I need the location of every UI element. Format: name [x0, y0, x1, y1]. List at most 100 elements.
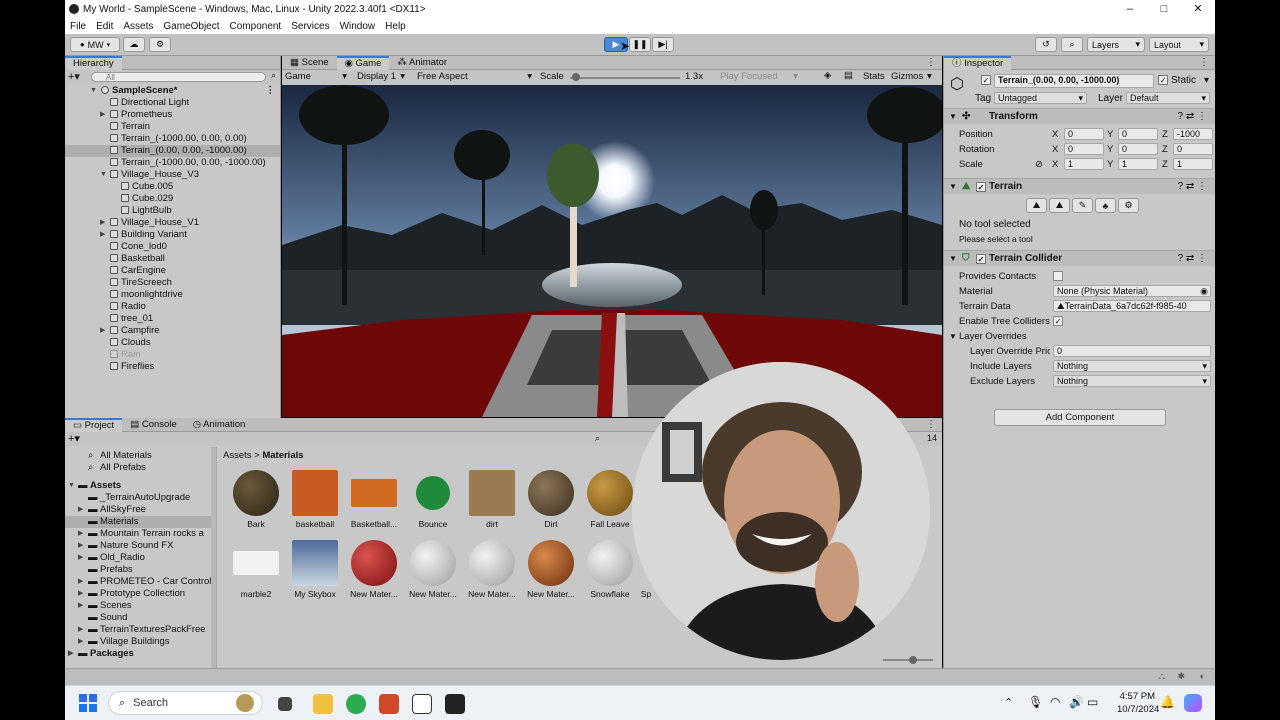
asset-tile[interactable]: My Skybox	[287, 540, 343, 599]
battery-icon[interactable]: ▭	[1087, 695, 1098, 709]
layout-dropdown[interactable]: Layout ▾	[1149, 37, 1209, 52]
windows-start-icon[interactable]	[79, 694, 97, 712]
raise-terrain-icon[interactable]: ⛰	[1026, 198, 1047, 213]
tab-animation[interactable]: ◷ Animation	[185, 418, 254, 432]
breadcrumb-assets[interactable]: Assets	[223, 450, 252, 461]
menu-gameobject[interactable]: GameObject	[158, 21, 224, 32]
scale-slider[interactable]	[570, 73, 680, 81]
layer-dropdown[interactable]: Default ▾	[1126, 92, 1210, 104]
paint-height-icon[interactable]: ⛰	[1049, 198, 1070, 213]
cloud-button[interactable]: ☁	[123, 37, 145, 52]
copilot-icon[interactable]	[1184, 694, 1202, 712]
object-name-field[interactable]: Terrain_(0.00, 0.00, -1000.00)	[994, 74, 1154, 88]
layers-dropdown[interactable]: Layers ▾	[1087, 37, 1145, 52]
exclude-layers-dropdown[interactable]: Nothing ▾	[1053, 375, 1211, 387]
rotation-y-field[interactable]: 0	[1118, 143, 1158, 155]
bug-icon[interactable]: ✱	[1177, 671, 1185, 682]
microphone-icon[interactable]: 🎙	[1028, 695, 1043, 709]
tab-console[interactable]: ▤ Console	[122, 418, 184, 432]
game-view[interactable]	[282, 85, 942, 417]
list-item[interactable]: Cube.005	[65, 181, 280, 193]
more-icon[interactable]: ⋮	[1199, 57, 1209, 68]
tree-scrollbar[interactable]	[211, 447, 216, 668]
active-checkbox[interactable]: ✓	[981, 75, 991, 85]
history-button[interactable]: ↺	[1035, 37, 1057, 52]
list-item-disabled[interactable]: Rain	[65, 349, 280, 361]
chevron-up-icon[interactable]: ⌃	[1004, 696, 1013, 709]
component-menu-icon[interactable]: ? ⇄ ⋮	[1178, 179, 1208, 195]
search-icon[interactable]: ⌕	[271, 70, 276, 81]
volume-icon[interactable]: 🔊	[1069, 695, 1084, 709]
unity-hub-icon[interactable]	[412, 694, 432, 714]
folder-item[interactable]: ▬ Prefabs	[65, 564, 216, 576]
collab-button[interactable]: ⚙	[149, 37, 171, 52]
folder-item[interactable]: ▶ ▬ Mountain Terrain rocks a	[65, 528, 216, 540]
folder-item[interactable]: ▶ ▬ Nature Sound FX	[65, 540, 216, 552]
list-item[interactable]: Cube.029	[65, 193, 280, 205]
terrain-data-field[interactable]: ⛰TerrainData_6a7dc62f-f985-40	[1053, 300, 1211, 312]
aspect-dropdown[interactable]: Free Aspect ▾	[417, 71, 532, 82]
include-layers-dropdown[interactable]: Nothing ▾	[1053, 360, 1211, 372]
folder-item[interactable]: ▶ ▬ AllSkyFree	[65, 504, 216, 516]
menu-window[interactable]: Window	[335, 21, 381, 32]
list-item[interactable]: LightBulb	[65, 205, 280, 217]
tag-dropdown[interactable]: Untagged ▾	[994, 92, 1087, 104]
list-item[interactable]: Basketball	[65, 253, 280, 265]
asset-tile[interactable]: Bark	[228, 470, 284, 529]
asset-tile[interactable]: marble2	[228, 540, 284, 599]
tab-hierarchy[interactable]: Hierarchy	[65, 55, 122, 70]
component-menu-icon[interactable]: ? ⇄ ⋮	[1178, 251, 1208, 267]
scale-y-field[interactable]: 1	[1118, 158, 1158, 170]
search-button[interactable]: ⌕	[1061, 37, 1083, 52]
constrain-proportions-icon[interactable]: ⊘	[1035, 157, 1043, 172]
more-icon[interactable]: ⋮	[266, 85, 276, 97]
asset-tile[interactable]: dirt	[464, 470, 520, 529]
create-icon[interactable]: +▾	[68, 432, 80, 445]
close-icon[interactable]: ✕	[1181, 0, 1215, 18]
more-icon[interactable]: ⋮	[926, 419, 936, 430]
step-button[interactable]: ▶|	[652, 37, 674, 52]
scene-root[interactable]: ▼ SampleScene* ⋮	[65, 85, 280, 97]
menu-edit[interactable]: Edit	[91, 21, 118, 32]
list-item[interactable]: ▶ Campfire	[65, 325, 280, 337]
list-item[interactable]: tree_01	[65, 313, 280, 325]
thumbnail-size-slider[interactable]	[883, 656, 933, 664]
minimize-icon[interactable]: –	[1113, 0, 1147, 18]
menu-file[interactable]: File	[65, 21, 91, 32]
list-item[interactable]: ▼ Village_House_V3	[65, 169, 280, 181]
list-item[interactable]: Radio	[65, 301, 280, 313]
scale-slider-handle[interactable]	[571, 73, 580, 81]
clock[interactable]: 4:57 PM 10/7/2024	[1117, 690, 1159, 716]
list-item[interactable]: Terrain_(-1000.00, 0.00, -1000.00)	[65, 157, 280, 169]
asset-tile[interactable]: Bounce	[405, 470, 461, 529]
list-item[interactable]: ▶ Prometheus	[65, 109, 280, 121]
asset-tile[interactable]: New Mater...	[523, 540, 579, 599]
wifi-icon[interactable]: ◠	[1050, 695, 1060, 709]
add-icon[interactable]: +▾	[68, 70, 80, 83]
assets-root[interactable]: ▼ ▬ Assets	[65, 480, 216, 492]
chrome-icon[interactable]	[346, 694, 366, 714]
account-button[interactable]: ● MW ▾	[70, 37, 120, 52]
folder-item[interactable]: ▶ ▬ PROMETEO - Car Control	[65, 576, 216, 588]
list-item[interactable]: CarEngine	[65, 265, 280, 277]
favorite-item[interactable]: ⌕ All Prefabs	[65, 462, 216, 474]
asset-tile[interactable]: Dirt	[523, 470, 579, 529]
gizmos-dropdown-icon[interactable]: ▾	[927, 71, 932, 82]
rotation-x-field[interactable]: 0	[1064, 143, 1104, 155]
rotation-z-field[interactable]: 0	[1173, 143, 1213, 155]
thumbnail-size-handle[interactable]	[909, 656, 917, 664]
audio-mute-icon[interactable]: ◈	[824, 70, 831, 81]
collider-enabled-checkbox[interactable]: ✓	[976, 254, 986, 264]
override-priority-field[interactable]: 0	[1053, 345, 1211, 357]
folder-item[interactable]: ▶ ▬ TerrainTexturesPackFree	[65, 624, 216, 636]
tab-scene[interactable]: ▦ Scene	[282, 56, 337, 70]
asset-tile[interactable]: Snowflake	[582, 540, 638, 599]
list-item[interactable]: TireScreech	[65, 277, 280, 289]
folder-item-selected[interactable]: ▬ Materials	[65, 516, 216, 528]
favorite-item[interactable]: ⌕ All Materials	[65, 450, 216, 462]
folder-item[interactable]: ▶ ▬ Prototype Collection	[65, 588, 216, 600]
list-item[interactable]: Clouds	[65, 337, 280, 349]
provides-contacts-checkbox[interactable]	[1053, 271, 1063, 281]
position-x-field[interactable]: 0	[1064, 128, 1104, 140]
list-item[interactable]: Cone_lod0	[65, 241, 280, 253]
